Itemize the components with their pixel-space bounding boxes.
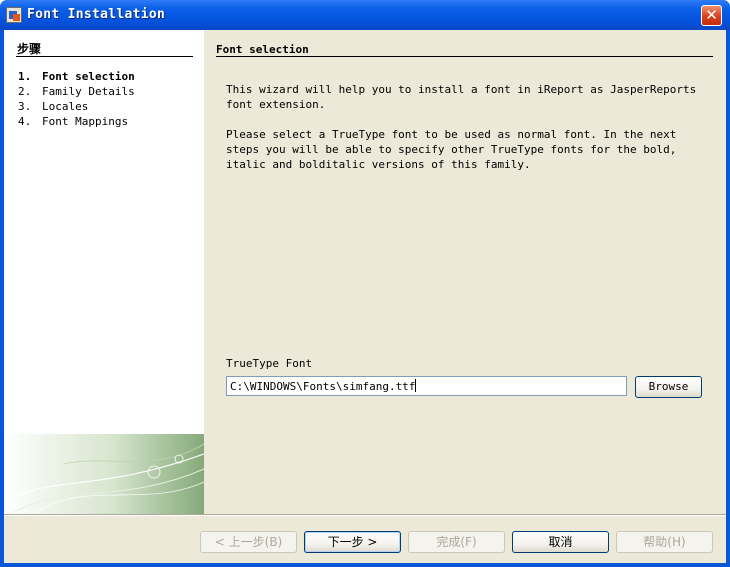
step-label: Font selection — [42, 70, 135, 83]
step-locales: 3. Locales — [18, 99, 135, 114]
step-number: 4. — [18, 115, 32, 128]
steps-panel: 步骤 1. Font selection 2. Family Details 3. L… — [4, 30, 204, 514]
steps-list: 1. Font selection 2. Family Details 3. Loca… — [18, 69, 135, 129]
title-bar[interactable]: Font Installation ✕ — [0, 0, 730, 30]
step-label: Font Mappings — [42, 115, 129, 128]
next-button[interactable]: 下一步 > — [304, 531, 401, 553]
close-button[interactable]: ✕ — [701, 5, 722, 26]
text-caret — [415, 379, 417, 392]
step-number: 2. — [18, 85, 32, 98]
truetype-font-label: TrueType Font — [226, 357, 313, 370]
dialog-window: Font Installation ✕ 步骤 1. Font selection … — [0, 0, 730, 567]
cancel-button[interactable]: 取消 — [512, 531, 609, 553]
description-paragraph: This wizard will help you to install a f… — [226, 83, 697, 111]
section-divider — [216, 56, 713, 57]
truetype-font-input[interactable]: C:\WINDOWS\Fonts\simfang.ttf — [226, 376, 627, 396]
finish-button[interactable]: 完成(F) — [408, 531, 505, 553]
browse-button[interactable]: Browse — [635, 376, 702, 398]
window-title: Font Installation — [27, 7, 166, 22]
decorative-swirl-graphic — [4, 434, 204, 514]
input-value: C:\WINDOWS\Fonts\simfang.ttf — [230, 380, 416, 393]
back-button[interactable]: < 上一步(B) — [200, 531, 297, 553]
step-label: Family Details — [42, 85, 135, 98]
description-paragraph: Please select a TrueType font to be used… — [226, 128, 677, 171]
dialog-client: 步骤 1. Font selection 2. Family Details 3. L… — [4, 30, 726, 563]
step-number: 1. — [18, 70, 32, 83]
step-number: 3. — [18, 100, 32, 113]
step-family-details: 2. Family Details — [18, 84, 135, 99]
help-button[interactable]: 帮助(H) — [616, 531, 713, 553]
footer-divider — [4, 514, 726, 516]
app-icon — [6, 7, 22, 23]
step-font-selection: 1. Font selection — [18, 69, 135, 84]
close-icon: ✕ — [705, 6, 718, 24]
section-title: Font selection — [216, 43, 309, 56]
description: This wizard will help you to install a f… — [226, 82, 716, 187]
step-label: Locales — [42, 100, 89, 113]
steps-title: 步骤 — [17, 42, 42, 56]
wizard-content: Font selection This wizard will help you… — [204, 30, 726, 514]
steps-divider — [16, 56, 193, 57]
step-font-mappings: 4. Font Mappings — [18, 114, 135, 129]
